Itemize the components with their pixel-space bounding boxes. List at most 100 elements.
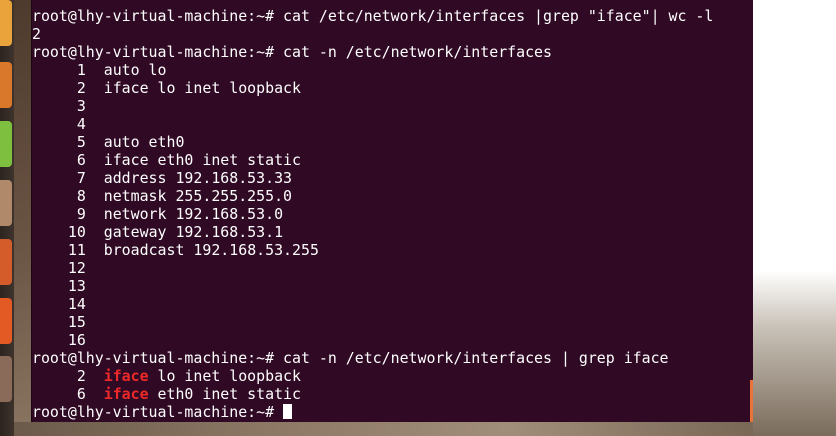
desktop-background-bottom bbox=[14, 422, 753, 436]
line-text: auto lo bbox=[103, 61, 167, 79]
line-number-padding bbox=[32, 169, 77, 187]
line-number-gap bbox=[86, 169, 104, 187]
line-number-padding bbox=[32, 385, 77, 403]
prompt-line: root@lhy-virtual-machine:~# cat /etc/net… bbox=[32, 7, 713, 25]
line-number-gap bbox=[86, 79, 104, 97]
line-text: lo inet loopback bbox=[148, 367, 301, 385]
line-number: 5 bbox=[76, 133, 86, 151]
line-number-padding bbox=[32, 97, 77, 115]
prompt-line: root@lhy-virtual-machine:~# cat -n /etc/… bbox=[32, 43, 713, 61]
shell-prompt: root@lhy-virtual-machine:~# bbox=[32, 7, 284, 25]
line-number-padding bbox=[32, 151, 77, 169]
output-text: 2 bbox=[32, 25, 41, 43]
line-number: 11 bbox=[67, 241, 86, 259]
line-number: 3 bbox=[76, 97, 86, 115]
line-text: broadcast 192.168.53.255 bbox=[103, 241, 319, 259]
line-text: iface eth0 inet static bbox=[103, 151, 301, 169]
app-icon-4[interactable] bbox=[0, 180, 12, 226]
line-number: 13 bbox=[67, 277, 86, 295]
output-line: 16 bbox=[32, 331, 713, 349]
line-text: iface lo inet loopback bbox=[103, 79, 301, 97]
output-line: 2 bbox=[32, 25, 713, 43]
line-number-gap bbox=[86, 115, 104, 133]
line-number-gap bbox=[86, 61, 104, 79]
line-number-padding bbox=[32, 61, 77, 79]
output-line: 10 gateway 192.168.53.1 bbox=[32, 223, 713, 241]
app-icon-6[interactable] bbox=[0, 298, 12, 344]
line-text: gateway 192.168.53.1 bbox=[103, 223, 284, 241]
launcher bbox=[0, 0, 14, 436]
line-text: eth0 inet static bbox=[148, 385, 301, 403]
line-number-gap bbox=[86, 97, 104, 115]
output-line: 11 broadcast 192.168.53.255 bbox=[32, 241, 713, 259]
output-line: 6 iface eth0 inet static bbox=[32, 151, 713, 169]
app-icon-7[interactable] bbox=[0, 356, 12, 402]
shell-prompt: root@lhy-virtual-machine:~# bbox=[32, 403, 284, 421]
line-number-padding bbox=[32, 331, 68, 349]
desktop: root@lhy-virtual-machine:~# cat /etc/net… bbox=[0, 0, 836, 436]
line-number-padding bbox=[32, 133, 77, 151]
grep-match: iface bbox=[103, 385, 149, 403]
line-number-gap bbox=[86, 259, 104, 277]
line-number-padding bbox=[32, 259, 68, 277]
line-number-gap bbox=[86, 313, 104, 331]
line-number-gap bbox=[86, 241, 104, 259]
ubuntu-software-icon[interactable] bbox=[0, 0, 12, 46]
output-line: 5 auto eth0 bbox=[32, 133, 713, 151]
shell-prompt: root@lhy-virtual-machine:~# bbox=[32, 349, 284, 367]
line-number: 6 bbox=[76, 151, 86, 169]
shell-command: cat -n /etc/network/interfaces bbox=[283, 43, 552, 61]
line-number: 4 bbox=[76, 115, 86, 133]
text-cursor bbox=[283, 404, 293, 419]
line-number: 6 bbox=[76, 385, 86, 403]
line-number-padding bbox=[32, 313, 68, 331]
line-number-gap bbox=[86, 151, 104, 169]
line-number: 12 bbox=[67, 259, 86, 277]
output-line: 13 bbox=[32, 277, 713, 295]
output-line: 9 network 192.168.53.0 bbox=[32, 205, 713, 223]
line-number-padding bbox=[32, 223, 68, 241]
shell-command: cat /etc/network/interfaces |grep "iface… bbox=[283, 7, 714, 25]
app-icon-5[interactable] bbox=[0, 239, 12, 285]
line-text: netmask 255.255.255.0 bbox=[103, 187, 292, 205]
output-line: 2 iface lo inet loopback bbox=[32, 367, 713, 385]
line-number: 15 bbox=[67, 313, 86, 331]
line-number: 2 bbox=[76, 367, 86, 385]
prompt-line: root@lhy-virtual-machine:~# bbox=[32, 403, 713, 421]
line-number-gap bbox=[86, 367, 104, 385]
output-line: 7 address 192.168.53.33 bbox=[32, 169, 713, 187]
line-text: network 192.168.53.0 bbox=[103, 205, 284, 223]
terminal-output[interactable]: root@lhy-virtual-machine:~# cat /etc/net… bbox=[32, 0, 713, 421]
line-number: 14 bbox=[67, 295, 86, 313]
line-text: auto eth0 bbox=[103, 133, 185, 151]
line-number-padding bbox=[32, 187, 77, 205]
files-icon[interactable] bbox=[0, 62, 12, 108]
line-number-padding bbox=[32, 241, 68, 259]
line-number: 7 bbox=[76, 169, 86, 187]
line-number-gap bbox=[86, 187, 104, 205]
line-number: 2 bbox=[76, 79, 86, 97]
line-number-gap bbox=[86, 133, 104, 151]
output-line: 4 bbox=[32, 115, 713, 133]
output-line: 3 bbox=[32, 97, 713, 115]
output-line: 14 bbox=[32, 295, 713, 313]
terminal-window[interactable]: root@lhy-virtual-machine:~# cat /etc/net… bbox=[31, 0, 754, 422]
line-number: 16 bbox=[67, 331, 86, 349]
grep-match: iface bbox=[103, 367, 149, 385]
line-number: 1 bbox=[76, 61, 86, 79]
line-number-padding bbox=[32, 115, 77, 133]
line-number-gap bbox=[86, 277, 104, 295]
line-number-padding bbox=[32, 79, 77, 97]
line-number-padding bbox=[32, 205, 77, 223]
output-line: 8 netmask 255.255.255.0 bbox=[32, 187, 713, 205]
output-line: 6 iface eth0 inet static bbox=[32, 385, 713, 403]
line-number: 10 bbox=[67, 223, 86, 241]
libreoffice-calc-icon[interactable] bbox=[0, 121, 12, 167]
output-line: 12 bbox=[32, 259, 713, 277]
shell-prompt: root@lhy-virtual-machine:~# bbox=[32, 43, 284, 61]
output-line: 1 auto lo bbox=[32, 61, 713, 79]
line-number-padding bbox=[32, 295, 68, 313]
line-text: address 192.168.53.33 bbox=[103, 169, 292, 187]
output-line: 15 bbox=[32, 313, 713, 331]
line-number-padding bbox=[32, 367, 77, 385]
